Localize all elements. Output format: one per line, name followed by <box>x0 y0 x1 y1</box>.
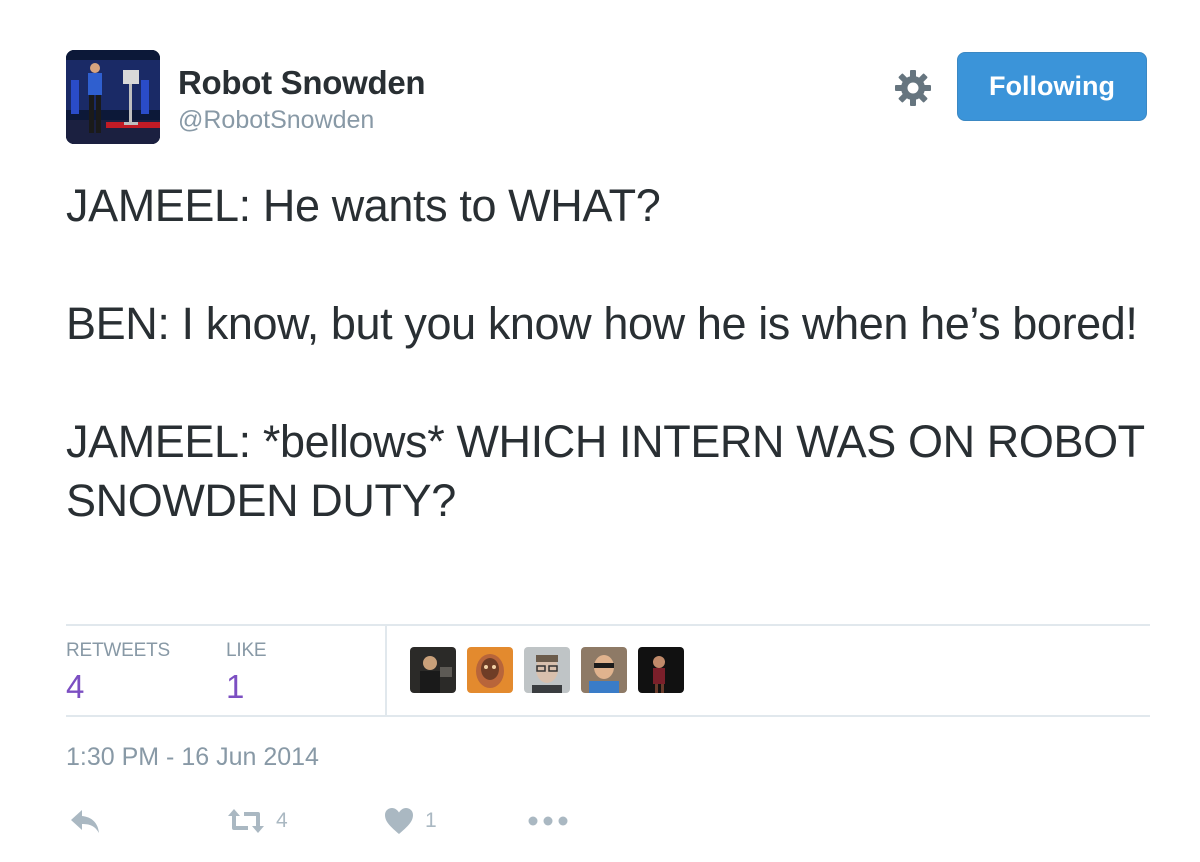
likes-label: LIKE <box>226 640 267 661</box>
liker-avatar-2[interactable] <box>467 647 513 693</box>
likes-count[interactable]: 1 <box>226 668 244 706</box>
liker-avatar-4[interactable] <box>581 647 627 693</box>
display-name[interactable]: Robot Snowden <box>178 64 426 102</box>
liker-avatar-3[interactable] <box>524 647 570 693</box>
user-handle[interactable]: @RobotSnowden <box>178 106 374 135</box>
tweet-timestamp[interactable]: 1:30 PM - 16 Jun 2014 <box>66 743 319 772</box>
retweet-action-count: 4 <box>276 809 288 832</box>
retweets-label: RETWEETS <box>66 640 170 661</box>
stats-top-divider <box>66 624 1150 626</box>
gear-icon[interactable] <box>893 68 933 108</box>
liker-avatars <box>410 647 684 693</box>
liker-avatar-5[interactable] <box>638 647 684 693</box>
tweet-line-1: JAMEEL: He wants to WHAT? <box>66 180 661 231</box>
tweet-line-2: BEN: I know, but you know how he is when… <box>66 298 1138 349</box>
following-button[interactable]: Following <box>957 52 1147 121</box>
stats-vertical-divider <box>385 626 387 716</box>
stats-bottom-divider <box>66 715 1150 717</box>
retweet-button[interactable]: 4 <box>226 806 288 836</box>
retweet-icon <box>226 806 266 836</box>
like-action-count: 1 <box>425 809 437 832</box>
reply-button[interactable] <box>68 806 102 836</box>
liker-avatar-1[interactable] <box>410 647 456 693</box>
like-button[interactable]: 1 <box>383 806 437 836</box>
tweet-text: JAMEEL: He wants to WHAT? BEN: I know, b… <box>66 176 1156 530</box>
more-button[interactable] <box>523 806 573 836</box>
more-icon <box>523 806 573 836</box>
profile-avatar[interactable] <box>66 50 160 144</box>
heart-icon <box>383 806 415 836</box>
reply-icon <box>68 806 102 836</box>
tweet-line-3: JAMEEL: *bellows* WHICH INTERN WAS ON RO… <box>66 416 1144 526</box>
retweets-count[interactable]: 4 <box>66 668 84 706</box>
